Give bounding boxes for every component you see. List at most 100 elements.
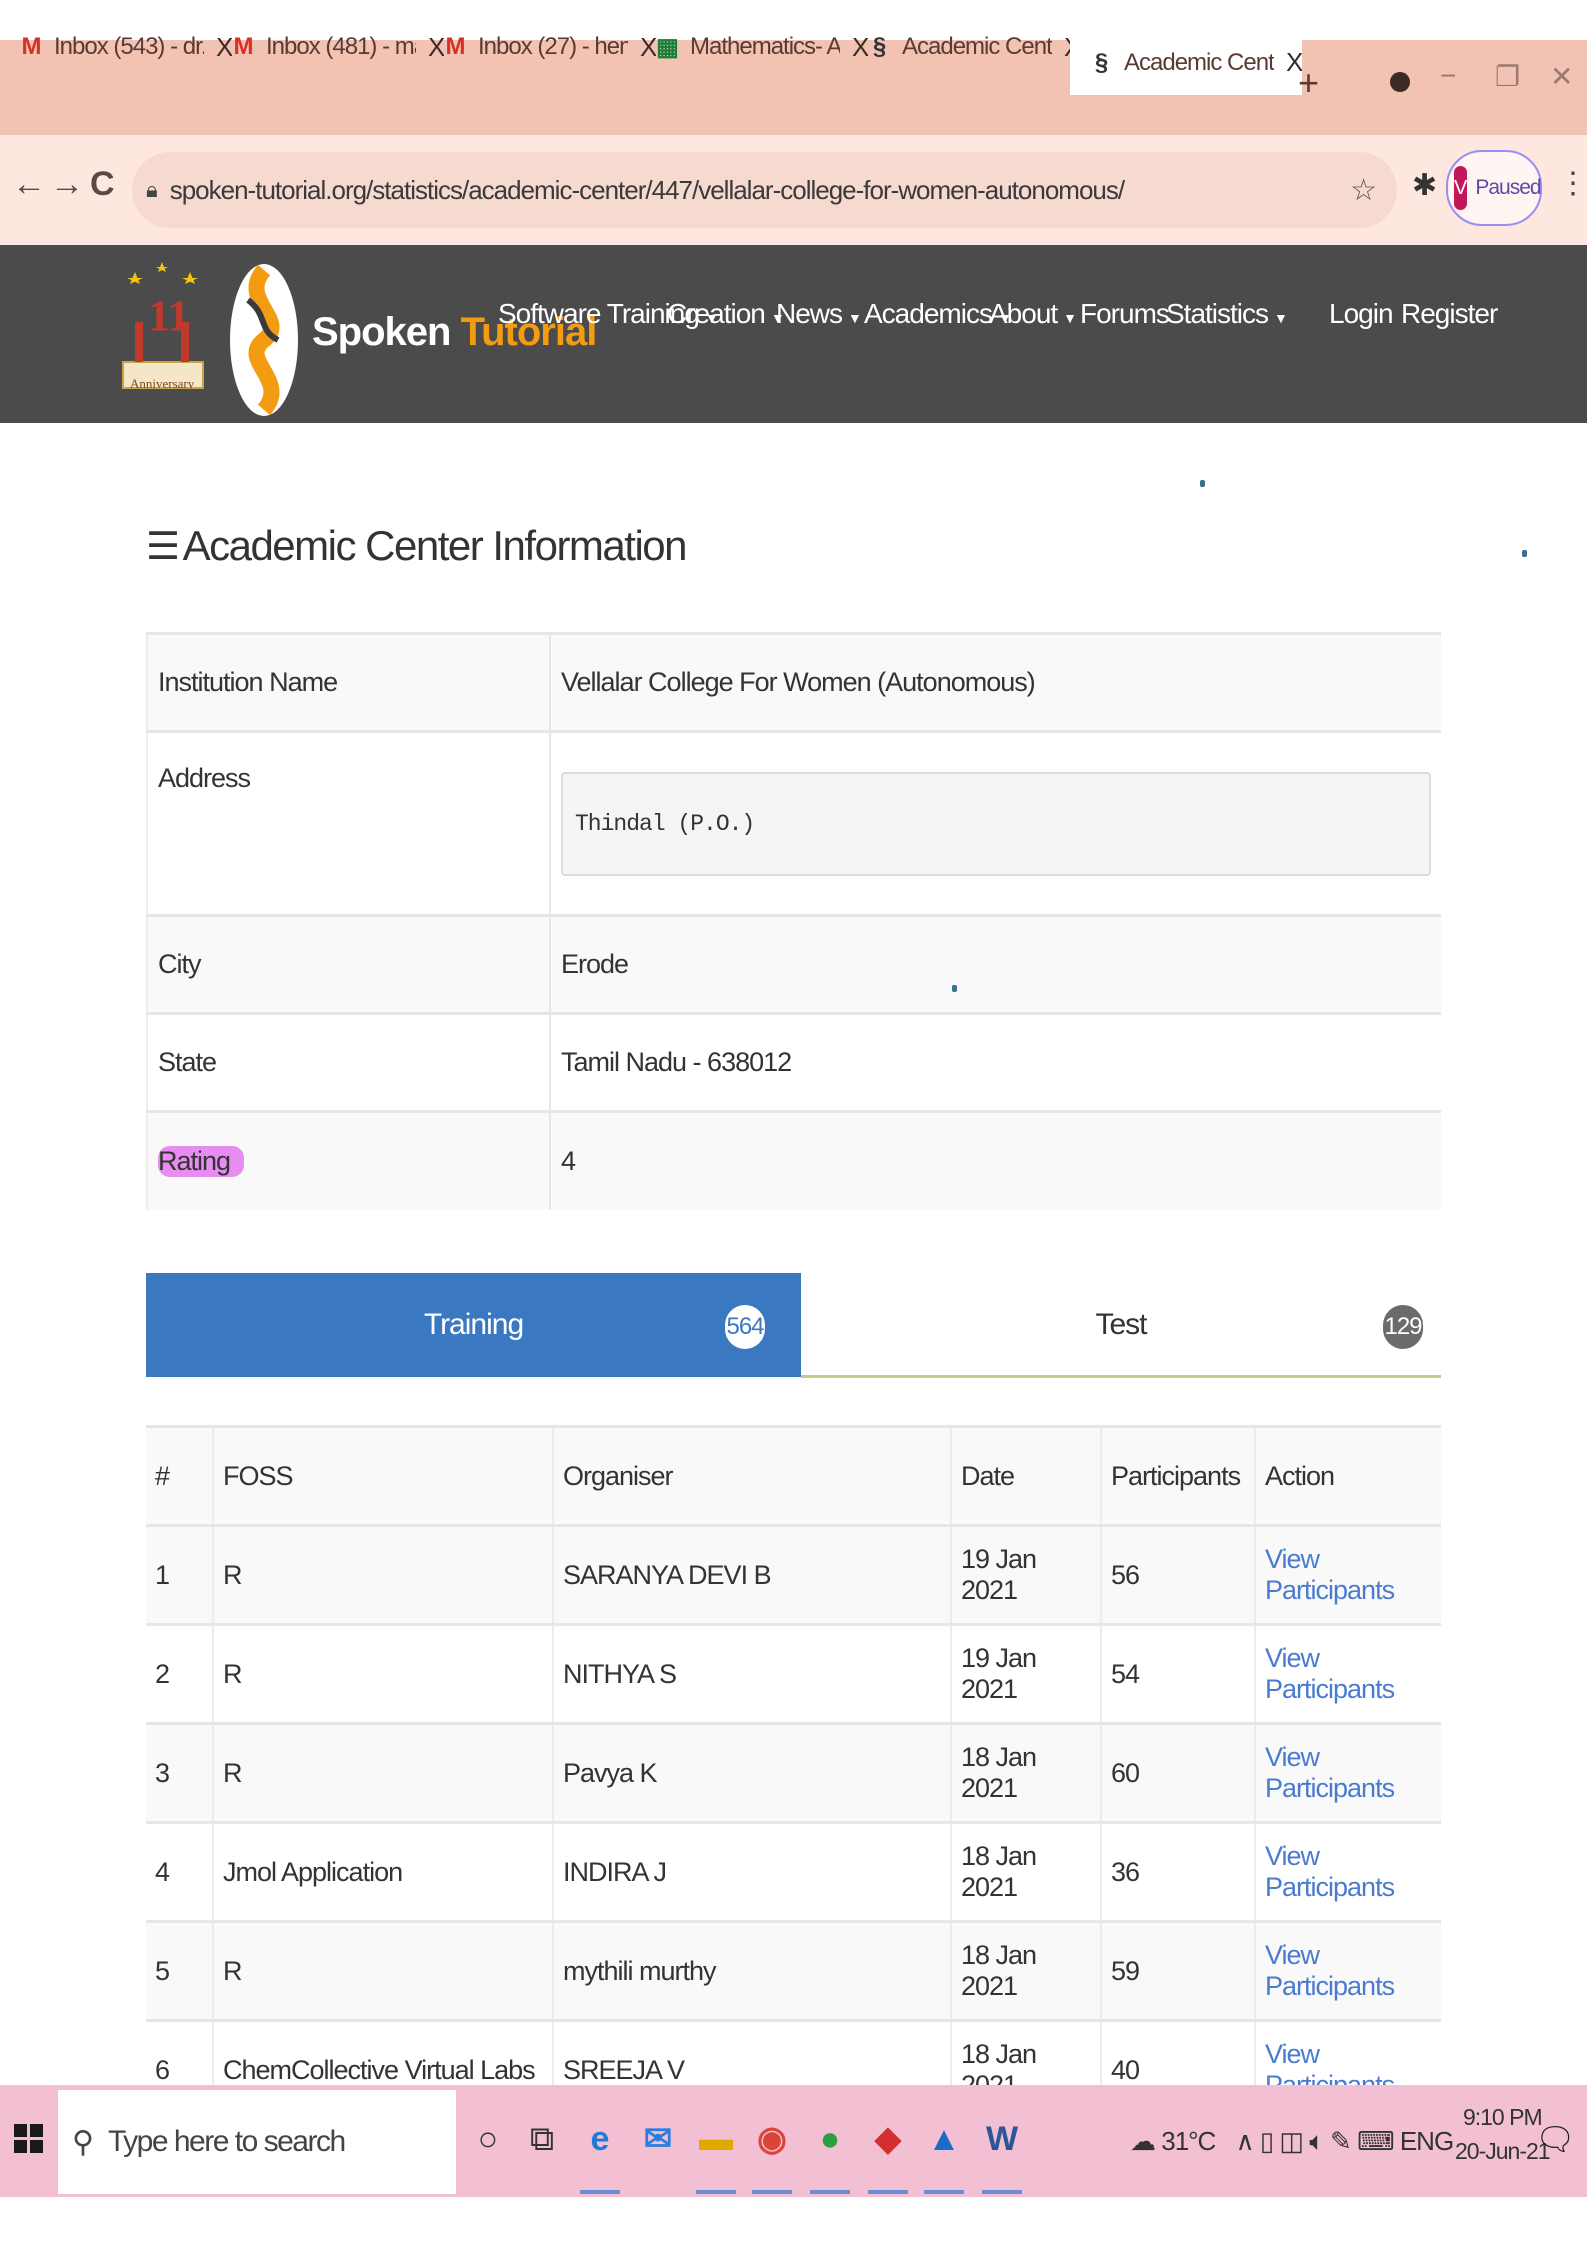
window-close-icon[interactable]: ✕ (1550, 60, 1573, 93)
profile-paused-button[interactable]: V Paused (1446, 150, 1542, 226)
view-participants-link[interactable]: View Participants (1265, 1742, 1395, 1803)
table-row: 5 R mythili murthy 18 Jan 2021 59 View P… (146, 1920, 1441, 2021)
forward-arrow-icon[interactable]: → (50, 165, 84, 204)
extensions-puzzle-icon[interactable]: ✱ (1412, 168, 1437, 203)
back-arrow-icon[interactable]: ← (12, 165, 46, 204)
gmail-icon: M (445, 33, 466, 60)
weather-icon[interactable]: ☁ (1130, 2126, 1156, 2156)
browser-tab-label: Academic Centers | s (902, 33, 1052, 60)
cell-date: 18 Jan 2021 (950, 1722, 1101, 1823)
profile-status: Paused (1475, 176, 1541, 199)
running-indicator (924, 2190, 964, 2194)
browser-tab-4[interactable]: ▦ Mathematics- Aided X (636, 18, 868, 76)
brand-name-first: Spoken (312, 310, 451, 354)
anniversary-number: 11 (148, 291, 190, 340)
battery-icon[interactable]: ▯ (1260, 2126, 1274, 2156)
info-value: 4 (550, 1110, 1441, 1210)
table-row: 3 R Pavya K 18 Jan 2021 60 View Particip… (146, 1722, 1441, 1823)
cell-organiser: NITHYA S (552, 1623, 951, 1724)
view-participants-link[interactable]: View Participants (1265, 1544, 1395, 1605)
browser-tab-2[interactable]: M Inbox (481) - mathem X (212, 18, 445, 76)
tab-training[interactable]: Training 564 (146, 1273, 801, 1377)
network-icon[interactable]: ◫ (1279, 2126, 1304, 2156)
info-label: Address (146, 730, 551, 916)
task-view-icon[interactable]: ⧉ (522, 2113, 562, 2165)
notification-icon[interactable]: 🗨︎ (1535, 2120, 1576, 2158)
cell-date: 19 Jan 2021 (950, 1623, 1101, 1724)
cell-participants: 59 (1100, 1920, 1255, 2021)
running-indicator (868, 2190, 908, 2194)
spoken-tutorial-icon: § (872, 33, 886, 60)
browser-tab-label: Academic Center Info (1124, 48, 1274, 76)
table-row: 2 R NITHYA S 19 Jan 2021 54 View Partici… (146, 1623, 1441, 1724)
url-text[interactable]: spoken-tutorial.org/statistics/academic-… (170, 175, 1125, 206)
file-explorer-icon[interactable]: ▬ (696, 2113, 736, 2165)
nav-forums[interactable]: Forums (1080, 298, 1170, 330)
weather-temp[interactable]: 31°C (1161, 2126, 1216, 2156)
minimize-icon[interactable]: − (1440, 60, 1456, 92)
info-label: Institution Name (146, 632, 551, 732)
register-link[interactable]: Register (1401, 298, 1498, 330)
cell-participants: 56 (1100, 1524, 1255, 1625)
windows-start-icon[interactable] (14, 2124, 44, 2154)
browser-tab-5[interactable]: § Academic Centers | s X (848, 18, 1081, 76)
cell-participants: 60 (1100, 1722, 1255, 1823)
chrome-icon[interactable]: ◉ (752, 2113, 792, 2165)
word-icon[interactable]: W (982, 2113, 1022, 2165)
browser-menu-icon[interactable]: ⋮ (1558, 166, 1587, 201)
chevron-up-icon[interactable]: ∧ (1236, 2126, 1255, 2156)
sheets-icon: ▦ (656, 33, 679, 61)
address-bar[interactable]: 🔒︎ spoken-tutorial.org/statistics/academ… (132, 152, 1397, 228)
cell-date: 19 Jan 2021 (950, 1524, 1101, 1625)
nav-news[interactable]: News ▼ (776, 298, 862, 330)
spoken-tutorial-icon: § (1094, 48, 1108, 76)
taskbar-search-input[interactable]: ⚲ Type here to search (58, 2090, 456, 2194)
cell-date: 18 Jan 2021 (950, 1821, 1101, 1922)
browser-tab-1[interactable]: M Inbox (543) - dr.hema X (0, 18, 233, 76)
cortana-icon[interactable]: ○ (468, 2113, 508, 2165)
bookmark-star-icon[interactable]: ☆ (1350, 173, 1377, 208)
cell-index: 5 (146, 1920, 213, 2021)
photos-icon[interactable]: ▲ (924, 2113, 964, 2165)
nav-about[interactable]: About ▼ (989, 298, 1077, 330)
gmail-icon: M (233, 33, 254, 60)
caret-down-icon: ▼ (848, 310, 862, 326)
language-indicator[interactable]: ENG (1400, 2126, 1454, 2156)
table-header-row: # FOSS Organiser Date Participants Actio… (146, 1425, 1441, 1526)
test-count-badge: 129 (1383, 1305, 1423, 1349)
browser-tab-label: Inbox (543) - dr.hema (54, 33, 204, 60)
volume-icon[interactable]: 🔈︎ (1309, 2126, 1325, 2156)
spoken-tutorial-logo-icon[interactable] (228, 260, 300, 420)
new-tab-button[interactable]: + (1298, 62, 1319, 104)
messaging-app-icon[interactable]: ● (810, 2113, 850, 2165)
cell-index: 2 (146, 1623, 213, 1724)
nav-creation[interactable]: Creation ▼ (667, 298, 785, 330)
info-label: Rating (158, 1145, 245, 1177)
browser-profile-icon[interactable] (1390, 72, 1410, 92)
browser-tab-3[interactable]: M Inbox (27) - hemalath X (424, 18, 657, 76)
keyboard-icon[interactable]: ⌨ (1357, 2126, 1395, 2156)
running-indicator (696, 2190, 736, 2194)
tab-test[interactable]: Test 129 (801, 1273, 1441, 1377)
view-participants-link[interactable]: View Participants (1265, 1940, 1395, 2001)
info-value: Vellalar College For Women (Autonomous) (550, 632, 1441, 732)
restore-icon[interactable]: ❐ (1495, 60, 1520, 93)
stray-mark (1522, 550, 1527, 557)
login-link[interactable]: Login (1329, 298, 1394, 330)
browser-tab-6-active[interactable]: § Academic Center Info X (1070, 30, 1303, 95)
edge-icon[interactable]: e (580, 2113, 620, 2165)
info-value: Tamil Nadu - 638012 (550, 1012, 1441, 1112)
reload-icon[interactable]: C (90, 165, 115, 204)
training-count-badge: 564 (725, 1305, 765, 1349)
cell-date: 18 Jan 2021 (950, 1920, 1101, 2021)
pdf-reader-icon[interactable]: ◆ (868, 2113, 908, 2165)
pen-icon[interactable]: ✎ (1330, 2126, 1352, 2156)
stray-mark (952, 985, 957, 992)
mail-icon[interactable]: ✉ (638, 2113, 678, 2165)
nav-statistics[interactable]: Statistics ▼ (1166, 298, 1288, 330)
tab-training-label: Training (423, 1308, 524, 1341)
view-participants-link[interactable]: View Participants (1265, 1643, 1395, 1704)
view-participants-link[interactable]: View Participants (1265, 1841, 1395, 1902)
browser-tab-label: Inbox (481) - mathem (266, 33, 416, 60)
column-header: # (146, 1425, 213, 1526)
